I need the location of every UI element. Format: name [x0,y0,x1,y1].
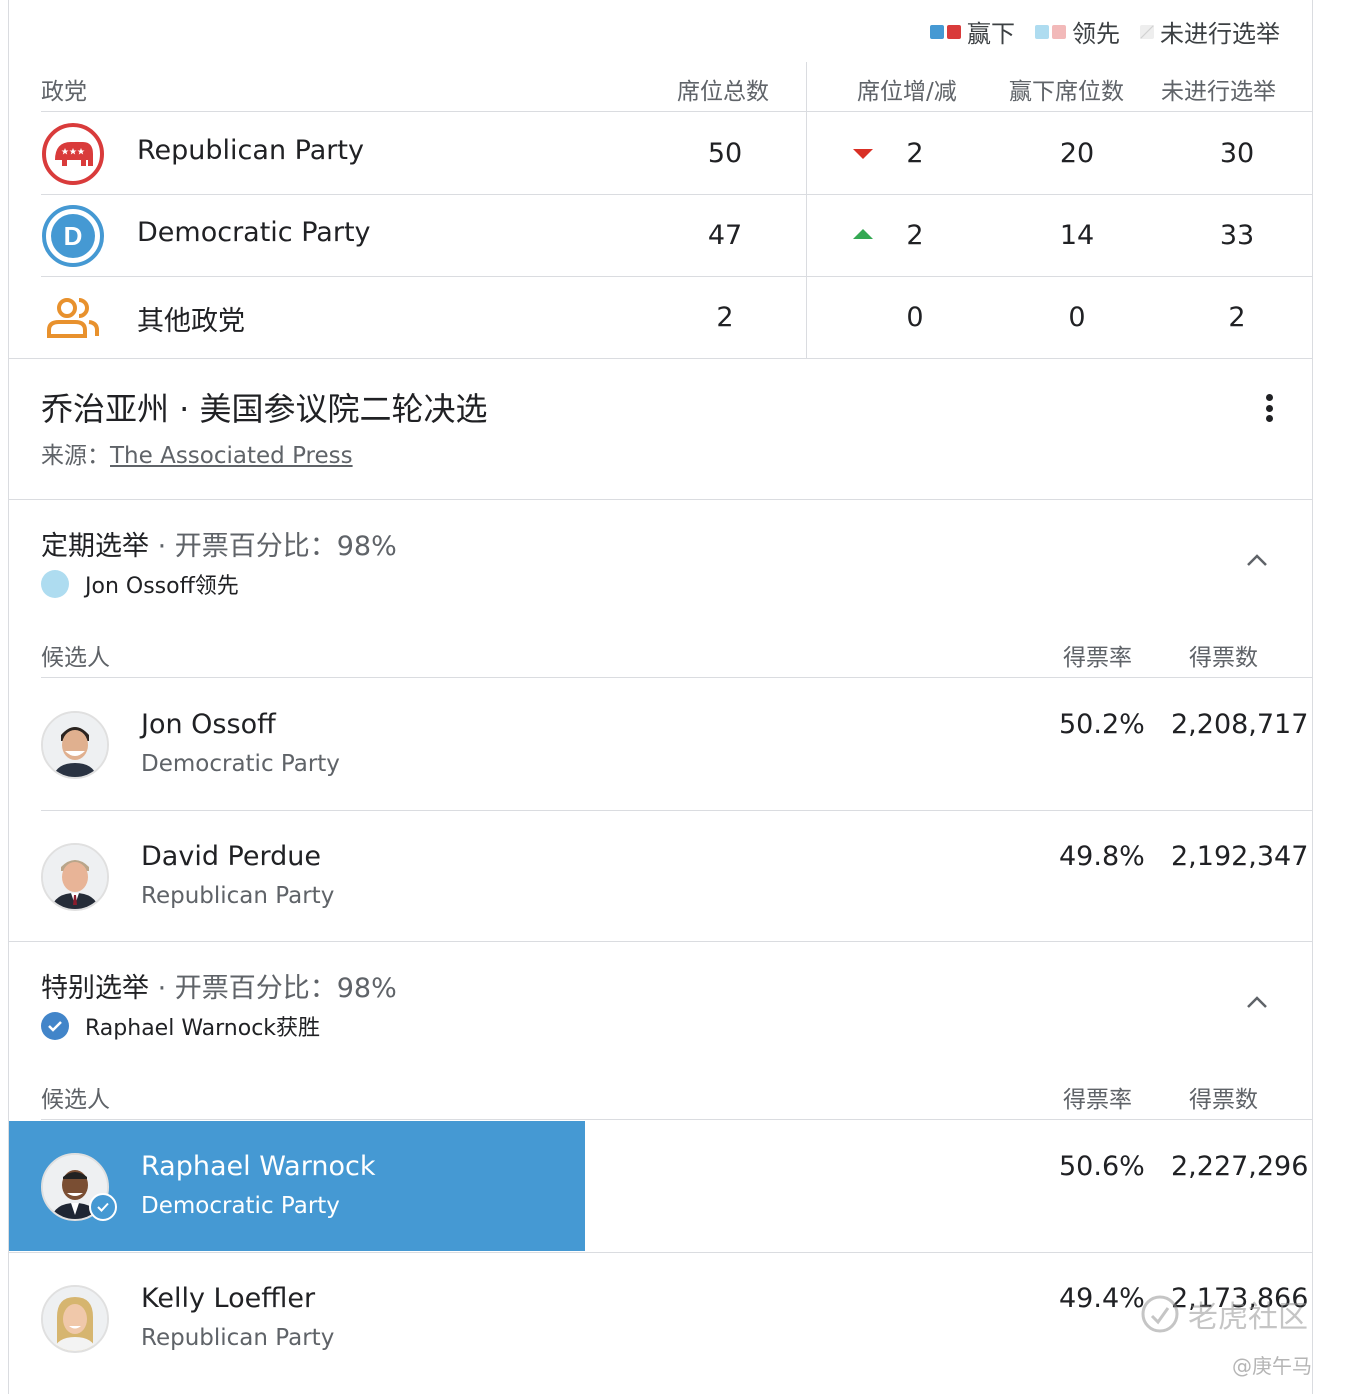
race-title: 乔治亚州 · 美国参议院二轮决选 [41,390,488,428]
status-text: Jon Ossoff领先 [85,574,239,599]
legend-leading-label: 领先 [1072,20,1120,48]
vote-percent: 50.2% [1059,709,1145,740]
candidate-name: Kelly Loeffler [141,1283,316,1314]
winner-check-icon [41,1012,69,1040]
total-seats: 2 [716,302,734,333]
election-results-card: 赢下 领先 未进行选举 政党 席位总数 席位增/减 赢下席位数 未进行选举 Re… [8,0,1313,1394]
seat-change: 2 [906,138,924,169]
header-total-seats: 席位总数 [677,79,769,105]
candidate-row[interactable]: Jon Ossoff Democratic Party 50.2% 2,208,… [41,679,1312,811]
legend-won: 赢下 [930,14,1015,49]
candidate-party: Republican Party [141,883,335,909]
regular-election-title: 定期选举 · 开票百分比：98% [41,524,397,563]
seats-won: 0 [1068,302,1086,333]
candidate-party: Republican Party [141,1325,335,1351]
seats-not-held: 2 [1228,302,1246,333]
chevron-up-icon[interactable] [1245,548,1269,572]
candidate-party: Democratic Party [141,751,340,777]
special-election-title: 特别选举 · 开票百分比：98% [41,966,397,1005]
legend: 赢下 领先 未进行选举 [930,14,1280,49]
header-votes: 得票数 [1189,1087,1258,1113]
section-name: 定期选举 [41,531,149,562]
legend-not-held: 未进行选举 [1140,14,1280,49]
legend-leading: 领先 [1035,14,1120,49]
seats-not-held: 30 [1219,138,1255,169]
people-group-icon [41,286,105,350]
seats-not-held: 33 [1219,220,1255,251]
status-text: Raphael Warnock获胜 [85,1016,321,1041]
watermark-brand: 老虎社区 [1188,1300,1308,1335]
svg-text:D: D [64,221,83,251]
trend-down-icon [853,149,873,159]
header-seats-won: 赢下席位数 [1009,79,1124,105]
total-seats: 47 [707,220,743,251]
reporting-percent: · 开票百分比：98% [149,531,397,562]
seat-row-democratic[interactable]: D Democratic Party 47 2 14 33 [41,195,1312,277]
vote-percent: 49.4% [1059,1283,1145,1314]
race-source: 来源：The Associated Press [41,436,353,470]
source-label: 来源： [41,443,110,469]
header-candidate: 候选人 [41,645,110,671]
avatar [41,843,109,911]
header-vote-pct: 得票率 [1063,1087,1132,1113]
header-seat-change: 席位增/减 [857,79,957,105]
candidate-row[interactable]: Kelly Loeffler Republican Party 49.4% 2,… [41,1253,1312,1385]
avatar [41,711,109,779]
candidate-party: Democratic Party [141,1193,340,1219]
more-options-icon[interactable] [1259,392,1279,424]
candidate-name: Jon Ossoff [141,709,276,740]
candidate-table-header: 候选人 得票率 得票数 [41,628,1312,678]
winner-check-icon [89,1193,117,1221]
seat-change: 0 [906,302,924,333]
watermark-user: @庚午马 [1232,1354,1312,1378]
header-votes: 得票数 [1189,645,1258,671]
section-name: 特别选举 [41,973,149,1004]
hatched-swatch-icon [1140,24,1154,39]
chevron-up-icon[interactable] [1245,990,1269,1014]
party-name: Democratic Party [137,217,371,248]
divider [9,358,1312,359]
divider [9,941,1312,942]
avatar [41,1285,109,1353]
candidate-row[interactable]: David Perdue Republican Party 49.8% 2,19… [41,811,1312,943]
legend-won-label: 赢下 [967,20,1015,48]
special-status: Raphael Warnock获胜 [41,1010,320,1042]
seat-row-republican[interactable]: Republican Party 50 2 20 30 [41,113,1312,195]
party-name: Republican Party [137,135,364,166]
divider [9,499,1312,500]
candidate-name: Raphael Warnock [141,1151,376,1182]
regular-status: Jon Ossoff领先 [41,568,239,600]
header-party: 政党 [41,79,87,105]
source-link[interactable]: The Associated Press [110,443,353,469]
vote-percent: 49.8% [1059,841,1145,872]
candidate-row-winner[interactable]: Raphael Warnock Democratic Party 50.6% 2… [9,1121,1312,1253]
seat-row-other[interactable]: 其他政党 2 0 0 2 [41,277,1312,359]
vote-count: 2,192,347 [1171,841,1309,872]
leading-dot-icon [41,570,69,598]
tiger-logo-icon [1141,1295,1179,1333]
watermark: 老虎社区 [1140,1292,1308,1336]
seats-won: 14 [1059,220,1095,251]
reporting-percent: · 开票百分比：98% [149,973,397,1004]
vote-percent: 50.6% [1059,1151,1145,1182]
seat-table-header: 政党 席位总数 席位增/减 赢下席位数 未进行选举 [41,62,1312,112]
header-vote-pct: 得票率 [1063,645,1132,671]
republican-elephant-icon [41,122,105,186]
total-seats: 50 [707,138,743,169]
seat-change: 2 [906,220,924,251]
seats-won: 20 [1059,138,1095,169]
candidate-table-header: 候选人 得票率 得票数 [41,1070,1312,1120]
democratic-d-icon: D [41,204,105,268]
candidate-name: David Perdue [141,841,321,872]
vote-count: 2,227,296 [1171,1151,1309,1182]
header-candidate: 候选人 [41,1087,110,1113]
party-name: 其他政党 [137,306,245,337]
vote-count: 2,208,717 [1171,709,1309,740]
trend-up-icon [853,229,873,239]
header-not-held: 未进行选举 [1161,79,1276,105]
legend-not-held-label: 未进行选举 [1160,20,1280,48]
